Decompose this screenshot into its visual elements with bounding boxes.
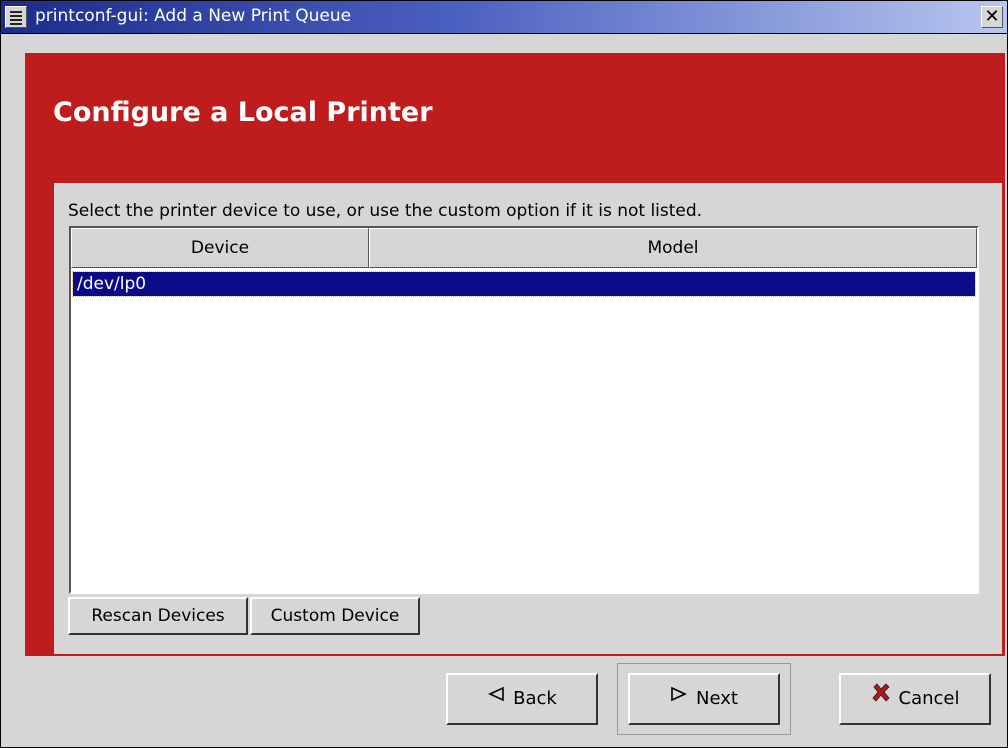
instruction-text: Select the printer device to use, or use… [68, 201, 703, 221]
cancel-label: Cancel [898, 688, 960, 709]
rescan-devices-button[interactable]: Rescan Devices [68, 597, 248, 635]
table-row[interactable]: /dev/lp0 [72, 271, 976, 297]
window-title: printconf-gui: Add a New Print Queue [35, 6, 352, 26]
arrow-right-icon [670, 673, 688, 721]
dialog-window: printconf-gui: Add a New Print Queue ✕ C… [0, 0, 1008, 748]
device-cell: /dev/lp0 [77, 274, 147, 294]
title-bar[interactable]: printconf-gui: Add a New Print Queue ✕ [1, 1, 1007, 34]
window-menu-icon[interactable] [5, 6, 27, 28]
back-label: Back [513, 688, 557, 709]
cancel-button[interactable]: Cancel [839, 673, 991, 725]
next-button[interactable]: Next [628, 673, 780, 725]
close-icon[interactable]: ✕ [981, 6, 1003, 28]
column-header-device[interactable]: Device [71, 228, 369, 268]
custom-device-button[interactable]: Custom Device [250, 597, 420, 635]
cancel-x-icon [871, 673, 891, 721]
device-list[interactable]: Device Model /dev/lp0 [69, 226, 979, 594]
arrow-left-icon [487, 673, 505, 721]
next-label: Next [696, 688, 738, 709]
page-title: Configure a Local Printer [53, 97, 433, 128]
back-button[interactable]: Back [446, 673, 598, 725]
column-header-model[interactable]: Model [369, 228, 977, 268]
